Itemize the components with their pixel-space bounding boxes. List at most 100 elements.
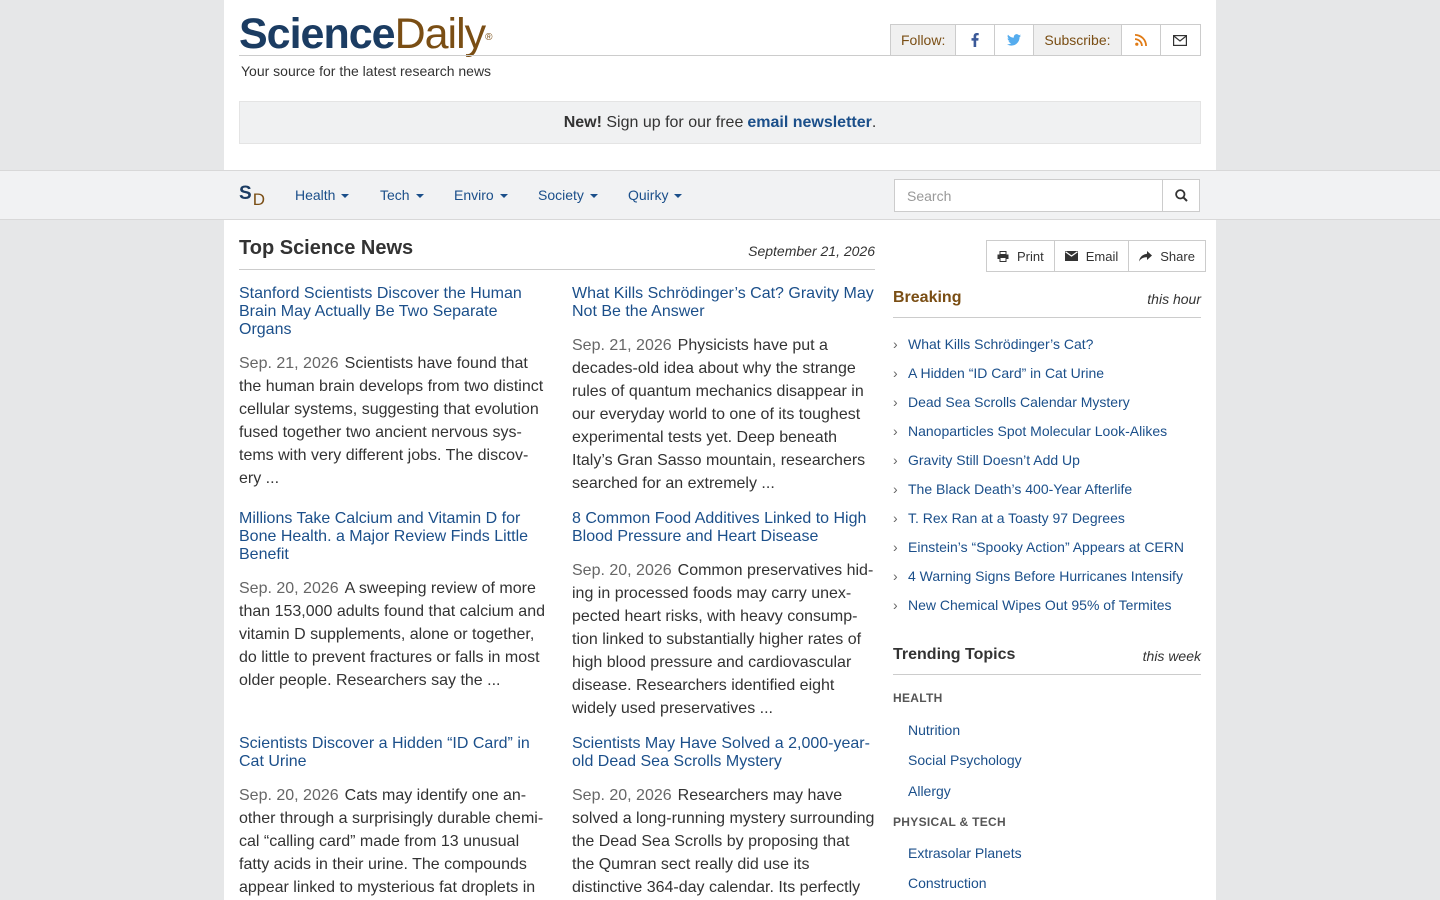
story-headline[interactable]: 8 Common Food Additives Linked to High B… xyxy=(572,510,876,546)
story-headline[interactable]: Millions Take Calcium and Vitamin D for … xyxy=(239,510,545,564)
list-item[interactable]: › The Black Death’s 400-Year Afterlife xyxy=(893,481,1201,510)
chevron-right-icon: › xyxy=(893,568,898,584)
story-card: Stanford Scientists Discover the Human B… xyxy=(239,285,545,490)
story-summary: Sep. 21, 2026 Scientists have found that … xyxy=(239,352,545,490)
story-summary: Sep. 20, 2026 Cats may identify one an­ot… xyxy=(239,784,545,899)
story-headline[interactable]: What Kills Schrödinger’s Cat? Gravity Ma… xyxy=(572,285,876,321)
trending-title: Trending Topics xyxy=(893,646,1016,663)
topic-link[interactable]: Social Psychology xyxy=(908,752,1022,768)
topic-link[interactable]: Allergy xyxy=(908,783,951,799)
nav-health-label: Health xyxy=(295,187,336,203)
trending-category-health: HEALTH xyxy=(893,691,943,705)
story-date: Sep. 21, 2026 xyxy=(572,337,672,354)
caret-down-icon xyxy=(674,194,683,199)
logo-registered: ® xyxy=(485,32,492,43)
newsletter-banner: New! Sign up for our free email newslette… xyxy=(239,101,1201,144)
email-label: Email xyxy=(1085,248,1119,264)
trending-sub: this week xyxy=(1142,648,1201,664)
search-form xyxy=(894,179,1200,212)
nav-health[interactable]: Health xyxy=(295,187,350,203)
breaking-link: Dead Sea Scrolls Calendar Mystery xyxy=(908,394,1130,410)
story-card: 8 Common Food Additives Linked to High B… xyxy=(572,510,876,720)
list-item[interactable]: › Einstein’s “Spooky Action” Appears at C… xyxy=(893,539,1201,568)
story-card: Millions Take Calcium and Vitamin D for … xyxy=(239,510,545,692)
story-card: Scientists May Have Solved a 2,000-year-… xyxy=(572,735,876,900)
breaking-link: Einstein’s “Spooky Action” Appears at CE… xyxy=(908,539,1184,555)
subscribe-label: Subscribe: xyxy=(1034,25,1122,55)
caret-down-icon xyxy=(341,194,350,199)
nav-tech-label: Tech xyxy=(380,187,410,203)
topic-link[interactable]: Extrasolar Planets xyxy=(908,845,1022,861)
story-date: Sep. 20, 2026 xyxy=(239,787,339,804)
printer-icon xyxy=(997,250,1009,262)
email-subscribe-button[interactable] xyxy=(1161,25,1200,55)
story-headline[interactable]: Scientists Discover a Hidden “ID Card” i… xyxy=(239,735,545,771)
breaking-title: Breaking xyxy=(893,289,962,306)
chevron-right-icon: › xyxy=(893,510,898,526)
chevron-right-icon: › xyxy=(893,597,898,613)
facebook-button[interactable] xyxy=(956,25,996,55)
caret-down-icon xyxy=(415,194,424,199)
story-card: Scientists Discover a Hidden “ID Card” i… xyxy=(239,735,545,900)
logo-science: Science xyxy=(239,10,396,58)
rss-button[interactable] xyxy=(1122,25,1161,55)
list-item[interactable]: › New Chemical Wipes Out 95% of Termites xyxy=(893,597,1201,626)
rss-icon xyxy=(1134,34,1147,46)
nav-enviro[interactable]: Enviro xyxy=(454,187,508,203)
nav-society[interactable]: Society xyxy=(538,187,598,203)
search-button[interactable] xyxy=(1163,179,1200,212)
site-logo[interactable]: ScienceDaily® xyxy=(239,10,493,58)
story-summary: Sep. 20, 2026 A sweeping review of more t… xyxy=(239,577,545,692)
breaking-link: What Kills Schrödinger’s Cat? xyxy=(908,336,1094,352)
topic-link[interactable]: Construction xyxy=(908,875,987,891)
chevron-right-icon: › xyxy=(893,539,898,555)
share-label: Share xyxy=(1160,248,1195,264)
share-button[interactable]: Share xyxy=(1129,241,1205,271)
chevron-right-icon: › xyxy=(893,452,898,468)
story-date: Sep. 20, 2026 xyxy=(572,562,672,579)
search-input[interactable] xyxy=(894,179,1164,212)
nav-quirky[interactable]: Quirky xyxy=(628,187,683,203)
twitter-button[interactable] xyxy=(995,25,1035,55)
list-item[interactable]: › Gravity Still Doesn’t Add Up xyxy=(893,452,1201,481)
trending-category-physical-tech: PHYSICAL & TECH xyxy=(893,815,1006,829)
logo-daily: Daily xyxy=(394,10,487,58)
list-item[interactable]: › What Kills Schrödinger’s Cat? xyxy=(893,336,1201,365)
story-text: Physicists have put a decades-old idea a… xyxy=(572,337,866,492)
sd-d: D xyxy=(252,190,265,209)
story-headline[interactable]: Stanford Scientists Discover the Human B… xyxy=(239,285,545,339)
story-headline[interactable]: Scientists May Have Solved a 2,000-year-… xyxy=(572,735,876,771)
chevron-right-icon: › xyxy=(893,423,898,439)
breaking-divider xyxy=(893,317,1201,318)
breaking-link: 4 Warning Signs Before Hurricanes Intens… xyxy=(908,568,1183,584)
sd-home-link[interactable]: SD xyxy=(239,183,265,209)
envelope-icon xyxy=(1064,251,1078,261)
list-item[interactable]: › 4 Warning Signs Before Hurricanes Inten… xyxy=(893,568,1201,597)
breaking-header: Breaking this hour xyxy=(893,289,1201,307)
chevron-right-icon: › xyxy=(893,394,898,410)
topic-link[interactable]: Nutrition xyxy=(908,722,960,738)
share-icon xyxy=(1139,250,1153,261)
list-item[interactable]: › Dead Sea Scrolls Calendar Mystery xyxy=(893,394,1201,423)
list-item[interactable]: › A Hidden “ID Card” in Cat Urine xyxy=(893,365,1201,394)
breaking-link: T. Rex Ran at a Toasty 97 Degrees xyxy=(908,510,1125,526)
story-date: Sep. 20, 2026 xyxy=(572,787,672,804)
section-divider xyxy=(239,269,875,270)
trending-header: Trending Topics this week xyxy=(893,646,1201,664)
twitter-icon xyxy=(1007,34,1022,46)
email-button[interactable]: Email xyxy=(1055,241,1130,271)
newsletter-link[interactable]: email newsletter xyxy=(747,114,872,132)
nav-society-label: Society xyxy=(538,187,584,203)
trending-divider xyxy=(893,674,1201,675)
list-item[interactable]: › T. Rex Ran at a Toasty 97 Degrees xyxy=(893,510,1201,539)
nav-tech[interactable]: Tech xyxy=(380,187,424,203)
nav-quirky-label: Quirky xyxy=(628,187,669,203)
list-item[interactable]: › Nanoparticles Spot Molecular Look-Alike… xyxy=(893,423,1201,452)
newsletter-end: . xyxy=(871,113,877,131)
follow-label: Follow: xyxy=(891,25,957,55)
section-title: Top Science News xyxy=(239,237,414,259)
breaking-list: › What Kills Schrödinger’s Cat? › A Hidden… xyxy=(893,336,1201,626)
print-button[interactable]: Print xyxy=(987,241,1055,271)
story-summary: Sep. 21, 2026 Physicists have put a decad… xyxy=(572,334,876,495)
newsletter-new: New! xyxy=(563,113,602,131)
